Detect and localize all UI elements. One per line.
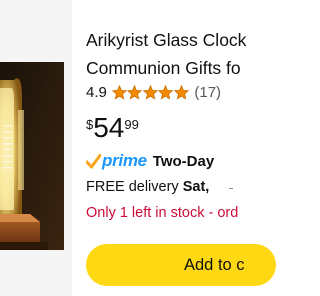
add-to-cart-label: Add to c [184,255,245,274]
prime-check-icon [86,153,101,168]
prime-label: prime [102,151,147,170]
delivery-divider [229,188,233,189]
star-icon [158,85,174,100]
rating-value: 4.9 [86,84,107,101]
product-title[interactable]: Arikyrist Glass Clock Communion Gifts fo [86,26,256,82]
star-icon [127,85,143,100]
delivery-info: FREE delivery Sat, [86,179,209,195]
star-icon [173,85,189,100]
prime-badge: prime Two-Day [86,151,214,171]
product-title-line[interactable]: Communion Gifts fo [86,54,256,82]
star-icon [111,85,127,100]
prime-speed: Two-Day [152,152,215,170]
star-rating[interactable] [111,85,190,100]
delivery-day: Sat, [182,179,210,195]
star-icon [142,85,158,100]
product-card[interactable]: Arikyrist Glass Clock Communion Gifts fo… [0,0,276,296]
stock-status: Only 1 left in stock - ord [86,205,239,221]
price-whole: 54 [93,112,125,143]
product-title-line[interactable]: Arikyrist Glass Clock [86,26,256,54]
add-to-cart-button[interactable]: Add to c [86,244,276,286]
delivery-prefix: FREE delivery [86,179,179,195]
price-fraction: 99 [124,117,139,132]
crystal-clock-image [0,0,72,296]
rating-count[interactable]: (17) [194,84,221,101]
rating-row[interactable]: 4.9 (17) [86,84,221,101]
product-image[interactable] [0,0,72,296]
price-currency: $ [86,117,94,132]
price: $ 54 99 [86,112,139,144]
